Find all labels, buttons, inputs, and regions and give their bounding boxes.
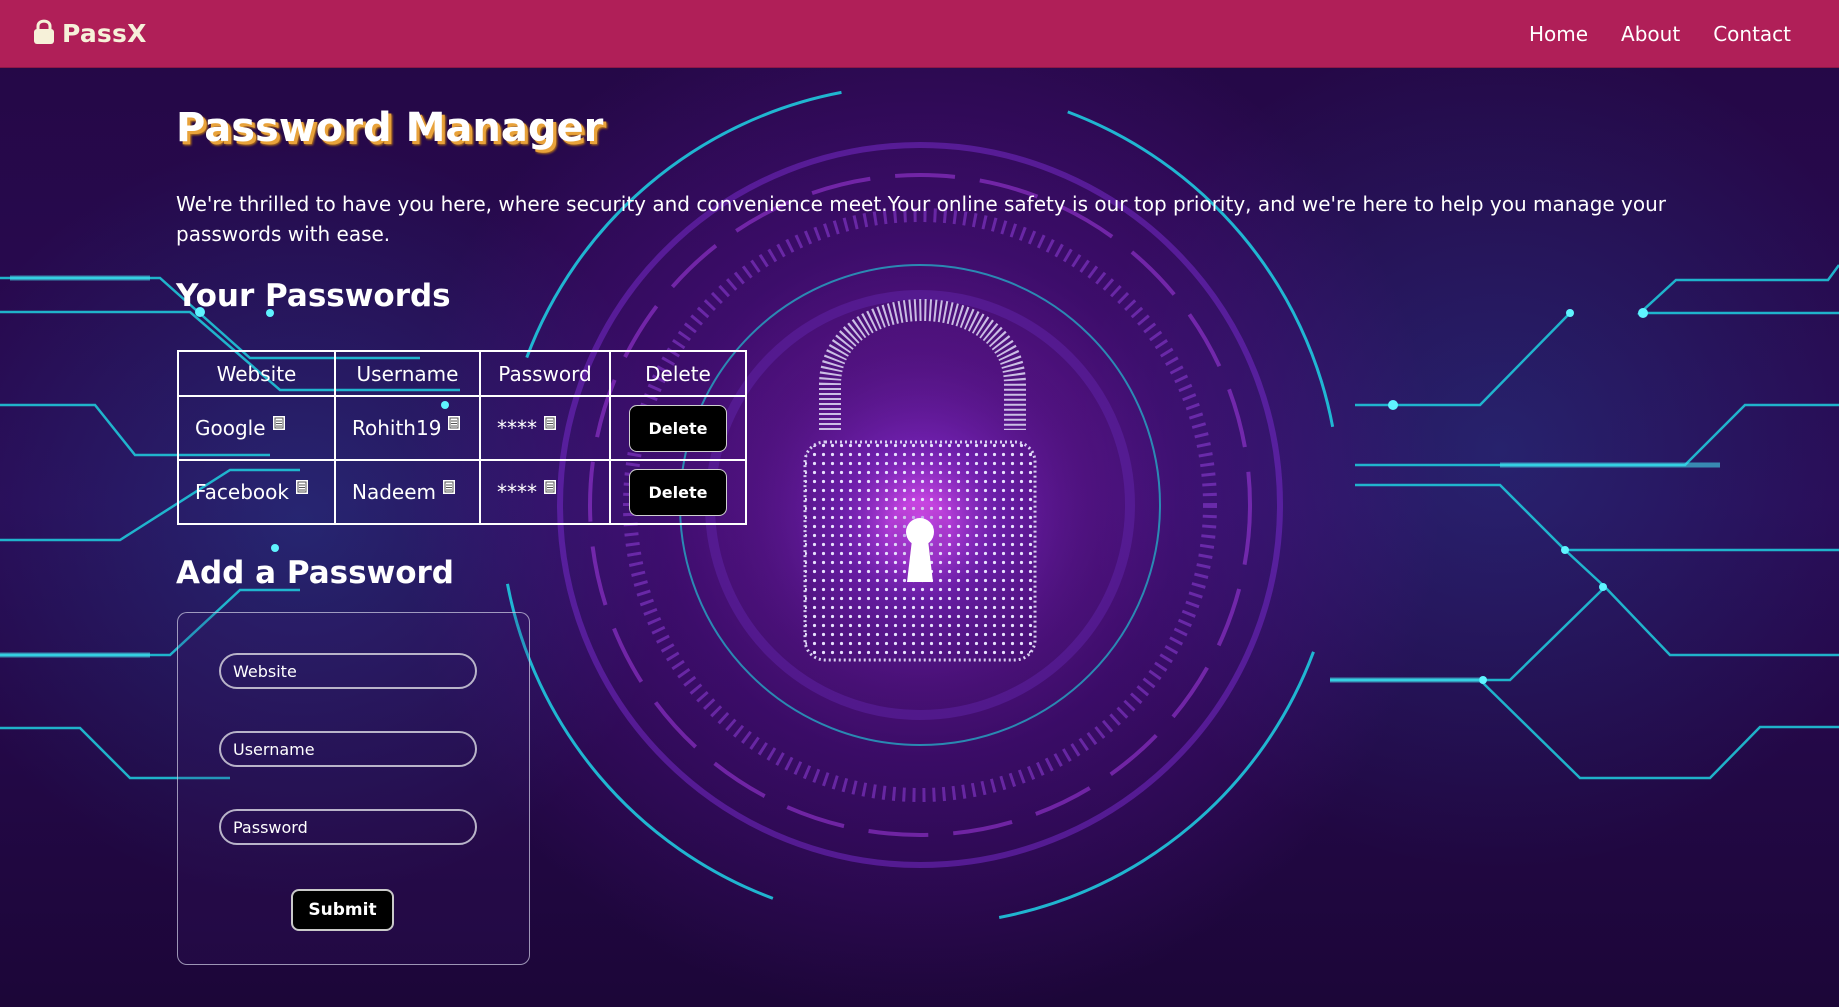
table-row: Google Rohith19 **** Delete <box>177 395 747 461</box>
nav-contact-link[interactable]: Contact <box>1713 22 1791 46</box>
cell-website: Google <box>177 395 336 461</box>
add-password-form: Submit <box>177 612 530 965</box>
navbar: PassX Home About Contact <box>0 0 1839 68</box>
copy-icon[interactable] <box>442 476 456 500</box>
header-website: Website <box>177 350 336 397</box>
username-value: Rohith19 <box>352 416 442 440</box>
delete-button[interactable]: Delete <box>629 404 727 452</box>
brand[interactable]: PassX <box>32 19 147 49</box>
cell-website: Facebook <box>177 459 336 525</box>
brand-name: PassX <box>62 19 147 48</box>
submit-button[interactable]: Submit <box>291 889 394 931</box>
main-content: Password Manager We're thrilled to have … <box>176 68 1676 965</box>
page-title: Password Manager <box>176 105 604 151</box>
nav-home-link[interactable]: Home <box>1529 22 1588 46</box>
cell-delete: Delete <box>609 459 747 525</box>
copy-icon[interactable] <box>543 476 557 500</box>
password-input[interactable] <box>219 809 477 845</box>
passwords-heading: Your Passwords <box>176 278 451 314</box>
website-value: Facebook <box>195 480 289 504</box>
cell-password: **** <box>479 459 611 525</box>
nav-links: Home About Contact <box>1529 22 1791 46</box>
cell-username: Rohith19 <box>334 395 481 461</box>
header-username: Username <box>334 350 481 397</box>
table-header-row: Website Username Password Delete <box>177 350 747 397</box>
copy-icon[interactable] <box>543 412 557 436</box>
username-value: Nadeem <box>352 480 437 504</box>
header-password: Password <box>479 350 611 397</box>
passwords-table: Website Username Password Delete Google … <box>177 350 747 525</box>
nav-about-link[interactable]: About <box>1621 22 1680 46</box>
website-input[interactable] <box>219 653 477 689</box>
copy-icon[interactable] <box>272 412 286 436</box>
website-value: Google <box>195 416 266 440</box>
cell-delete: Delete <box>609 395 747 461</box>
header-delete: Delete <box>609 350 747 397</box>
lock-icon <box>32 19 56 49</box>
table-row: Facebook Nadeem **** Delete <box>177 459 747 525</box>
delete-button[interactable]: Delete <box>629 468 727 516</box>
copy-icon[interactable] <box>295 476 309 500</box>
cell-username: Nadeem <box>334 459 481 525</box>
add-password-heading: Add a Password <box>176 555 455 591</box>
username-input[interactable] <box>219 731 477 767</box>
copy-icon[interactable] <box>447 412 461 436</box>
password-value: **** <box>497 416 537 440</box>
intro-text: We're thrilled to have you here, where s… <box>176 192 1667 246</box>
password-value: **** <box>497 480 537 504</box>
cell-password: **** <box>479 395 611 461</box>
